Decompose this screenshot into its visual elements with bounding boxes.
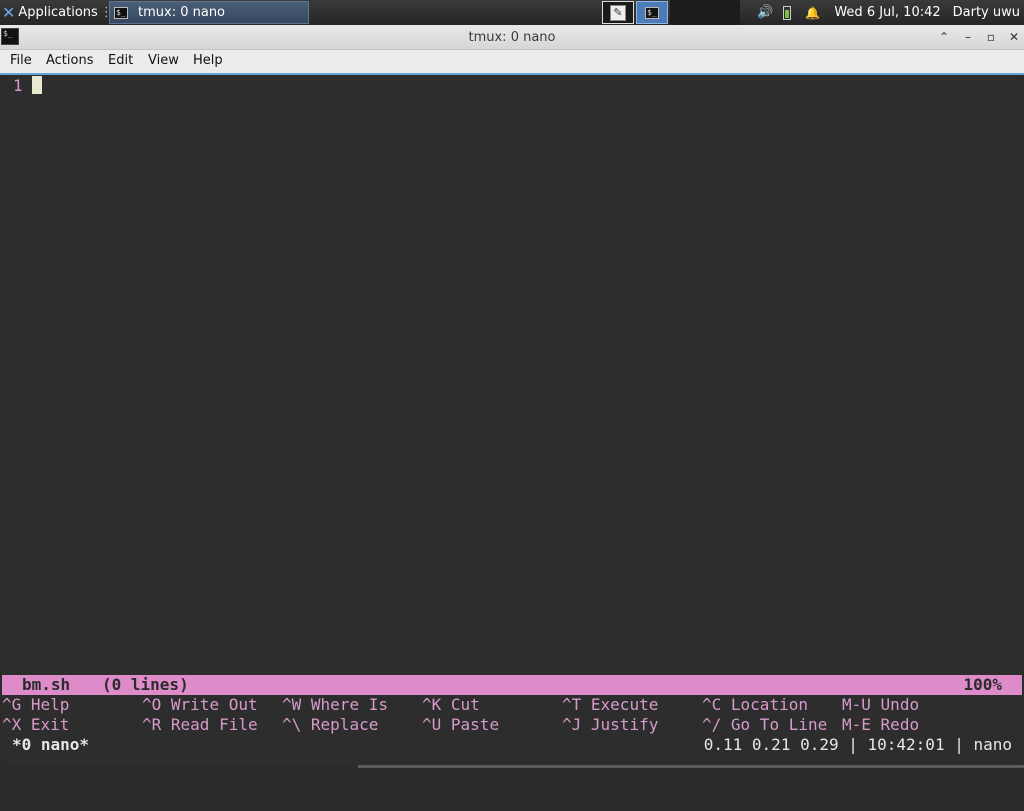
volume-icon[interactable]: 🔊 <box>757 5 773 20</box>
clock[interactable]: Wed 6 Jul, 10:42 <box>834 5 940 20</box>
terminal-icon: $_ <box>645 6 659 19</box>
tmux-status-bar: *0 nano* 0.11 0.21 0.29 | 10:42:01 | nan… <box>2 735 1022 755</box>
notification-bell-icon[interactable]: 🔔 <box>805 6 820 20</box>
window-titlebar[interactable]: $_ tmux: 0 nano ⌃ – ▫ ✕ <box>0 25 1024 50</box>
battery-icon[interactable] <box>783 5 792 20</box>
menu-bar: File Actions Edit View Help <box>0 50 1024 75</box>
line-number: 1 <box>13 76 23 95</box>
menu-actions[interactable]: Actions <box>46 53 94 68</box>
shortcut-cut: ^K Cut <box>422 695 480 714</box>
maximize-button[interactable]: ▫ <box>982 28 1000 46</box>
menu-help[interactable]: Help <box>193 53 223 68</box>
shortcut-justify: ^J Justify <box>562 715 659 734</box>
top-panel: ✕ Applications ⋮ $_ tmux: 0 nano ✎ $_ 🔊 … <box>0 0 1024 25</box>
shortcut-write-out: ^O Write Out <box>142 695 258 714</box>
menu-view[interactable]: View <box>148 53 179 68</box>
tmux-status-right: 0.11 0.21 0.29 | 10:42:01 | nano <box>703 735 1012 754</box>
file-name: bm.sh <box>22 675 71 694</box>
shortcut-location: ^C Location <box>702 695 808 714</box>
shade-button[interactable]: ⌃ <box>935 28 953 46</box>
workspace-1[interactable]: ✎ <box>602 1 634 24</box>
shortcut-replace: ^\ Replace <box>282 715 379 734</box>
shortcut-execute: ^T Execute <box>562 695 659 714</box>
shortcut-go-to-line: ^/ Go To Line <box>702 715 828 734</box>
scroll-percent: 100% <box>963 675 1002 694</box>
window-title: tmux: 0 nano <box>468 30 556 45</box>
shortcut-paste: ^U Paste <box>422 715 500 734</box>
shortcut-read-file: ^R Read File <box>142 715 258 734</box>
terminal-icon: $_ <box>114 6 128 19</box>
applications-menu[interactable]: ✕ Applications ⋮ <box>2 0 113 25</box>
shortcut-where-is: ^W Where Is <box>282 695 388 714</box>
taskbar-button-tmux[interactable]: $_ tmux: 0 nano <box>109 1 309 24</box>
shortcut-help: ^G Help <box>2 695 70 714</box>
system-tray: 🔊 🔔 Wed 6 Jul, 10:42 Darty uwu <box>757 0 1020 25</box>
xfce-logo-icon: ✕ <box>2 3 16 22</box>
shortcut-exit: ^X Exit <box>2 715 70 734</box>
shortcut-redo: M-E Redo <box>842 715 920 734</box>
close-button[interactable]: ✕ <box>1005 28 1023 46</box>
shortcut-undo: M-U Undo <box>842 695 920 714</box>
menu-edit[interactable]: Edit <box>108 53 133 68</box>
text-editor-icon: ✎ <box>610 4 626 21</box>
text-cursor <box>32 76 42 94</box>
workspace-2[interactable]: $_ <box>636 1 668 24</box>
user-menu[interactable]: Darty uwu <box>953 5 1020 20</box>
terminal-area[interactable]: 1 bm.sh (0 lines) 100% ^G Help ^O Write … <box>2 75 1022 765</box>
tmux-window-label[interactable]: *0 nano* <box>12 735 89 754</box>
menu-file[interactable]: File <box>10 53 32 68</box>
panel-spacer <box>670 0 740 25</box>
line-count: (0 lines) <box>102 675 189 694</box>
minimize-button[interactable]: – <box>959 28 977 46</box>
applications-label: Applications <box>18 5 98 20</box>
taskbar-label: tmux: 0 nano <box>138 5 226 20</box>
nano-status-bar: bm.sh (0 lines) 100% <box>2 675 1022 695</box>
